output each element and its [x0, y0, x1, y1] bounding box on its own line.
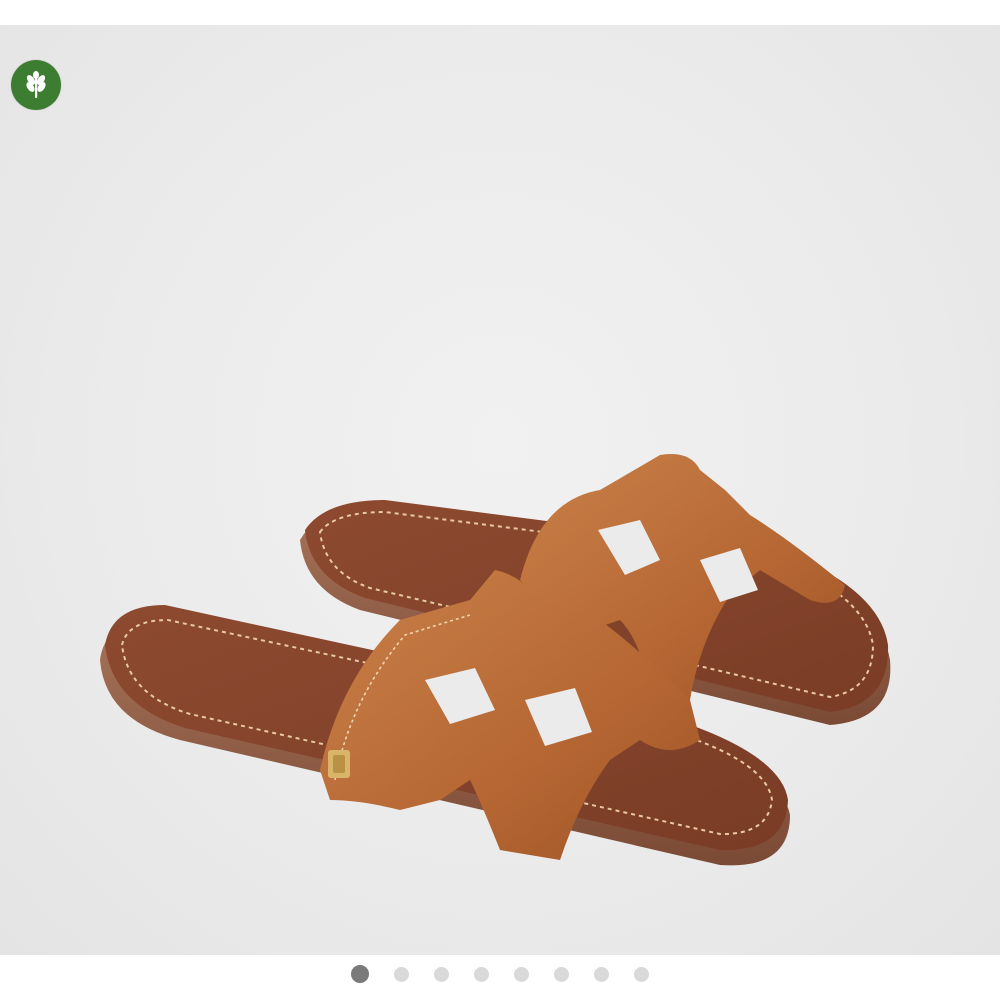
carousel-dot-3[interactable]: [434, 966, 449, 982]
carousel-dot-8[interactable]: [634, 966, 649, 982]
carousel-dot-4[interactable]: [474, 966, 489, 982]
product-image-viewer: [0, 0, 1000, 1000]
carousel-pagination: [0, 964, 1000, 984]
carousel-dot-7[interactable]: [594, 966, 609, 982]
sandal-pair-image: [100, 454, 891, 866]
wheat-leaf-icon: [11, 60, 61, 110]
carousel-dot-1[interactable]: [351, 965, 369, 983]
carousel-dot-6[interactable]: [554, 966, 569, 982]
carousel-dot-5[interactable]: [514, 966, 529, 982]
carousel-dot-2[interactable]: [394, 966, 409, 982]
logo-hardware: [328, 750, 350, 778]
product-photo[interactable]: [0, 25, 1000, 955]
